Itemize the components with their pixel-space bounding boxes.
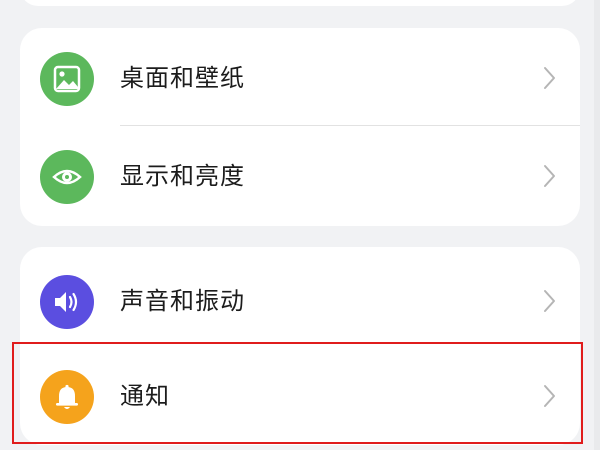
chevron-right-icon bbox=[541, 65, 557, 95]
settings-item-sound-vibration[interactable]: 声音和振动 bbox=[20, 251, 580, 347]
settings-item-wallpaper[interactable]: 桌面和壁纸 bbox=[20, 28, 580, 126]
settings-item-label: 显示和亮度 bbox=[120, 162, 245, 190]
chevron-right-icon bbox=[541, 163, 557, 193]
eye-icon bbox=[40, 150, 94, 204]
settings-card-top-partial bbox=[20, 0, 580, 6]
settings-item-display-brightness[interactable]: 显示和亮度 bbox=[20, 126, 580, 222]
settings-item-label: 桌面和壁纸 bbox=[120, 64, 245, 92]
settings-item-label: 通知 bbox=[120, 382, 170, 410]
settings-item-notifications[interactable]: 通知 bbox=[20, 346, 580, 442]
settings-card-display: 桌面和壁纸 显示和亮度 bbox=[20, 28, 580, 226]
settings-item-label: 声音和振动 bbox=[120, 287, 245, 315]
scroll-edge bbox=[594, 0, 600, 450]
chevron-right-icon bbox=[541, 288, 557, 318]
speaker-icon bbox=[40, 275, 94, 329]
chevron-right-icon bbox=[541, 383, 557, 413]
bell-icon bbox=[40, 370, 94, 424]
settings-card-sound: 声音和振动 通知 bbox=[20, 247, 580, 445]
image-icon bbox=[40, 52, 94, 106]
